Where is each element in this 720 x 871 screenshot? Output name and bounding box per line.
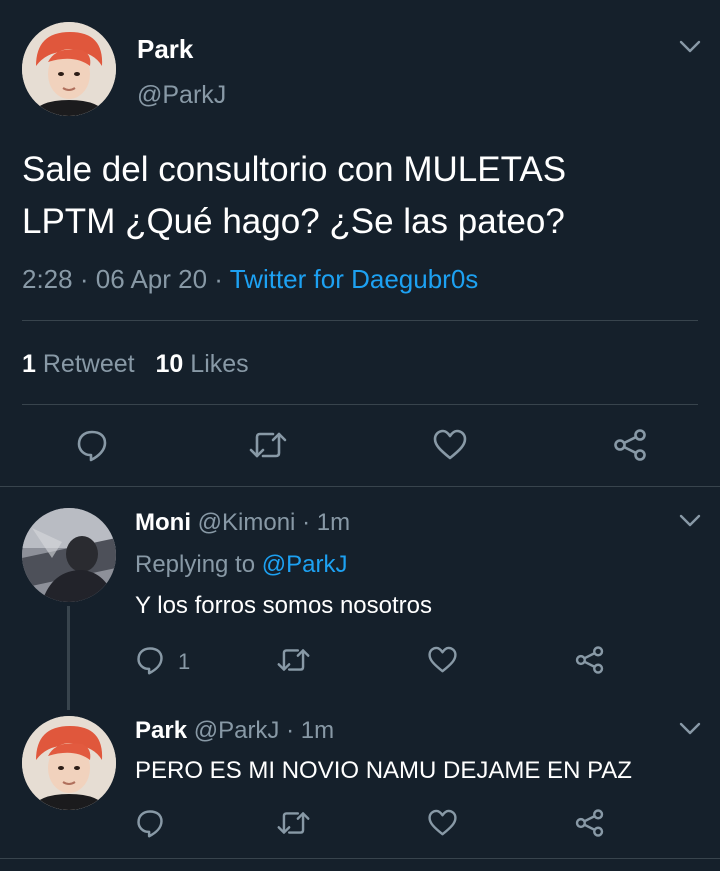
replying-to: Replying to @ParkJ <box>135 550 347 580</box>
tweet-age: 1m <box>316 509 351 536</box>
reply-count: 1 <box>178 649 191 674</box>
separator: · <box>79 264 89 294</box>
retweet-icon[interactable] <box>249 428 287 462</box>
tweet-age: 1m <box>300 717 335 744</box>
separator: · <box>286 717 295 744</box>
reply-icon[interactable] <box>135 645 165 675</box>
tweet-text: Y los forros somos nosotros <box>135 592 433 619</box>
avatar[interactable] <box>22 22 116 116</box>
reply-header: Park @ParkJ · 1m <box>135 716 334 746</box>
reply-header: Moni @Kimoni · 1m <box>135 508 350 538</box>
share-icon[interactable] <box>574 808 605 838</box>
tweet-date: 06 Apr 20 <box>95 264 208 294</box>
divider <box>0 486 720 487</box>
divider <box>22 320 698 321</box>
replying-prefix: Replying to <box>135 551 256 578</box>
replying-handle-link[interactable]: @ParkJ <box>262 551 348 578</box>
reply-icon[interactable] <box>75 428 109 462</box>
chevron-down-icon[interactable] <box>679 514 701 528</box>
chevron-down-icon[interactable] <box>679 40 701 54</box>
tweet-source-link[interactable]: Twitter for Daegubr0s <box>230 264 479 294</box>
avatar[interactable] <box>22 508 116 602</box>
tweet-text-line: Sale del consultorio con MULETAS <box>22 150 567 189</box>
share-icon[interactable] <box>574 645 605 675</box>
author-name[interactable]: Park <box>137 34 193 64</box>
share-icon[interactable] <box>612 428 648 462</box>
author-name[interactable]: Park <box>135 717 187 744</box>
separator: · <box>302 509 311 536</box>
author-handle[interactable]: @ParkJ <box>194 717 280 744</box>
like-icon[interactable] <box>427 808 458 838</box>
like-icon[interactable] <box>427 645 458 675</box>
author-handle[interactable]: @Kimoni <box>198 509 296 536</box>
tweet-text: PERO ES MI NOVIO NAMU DEJAME EN PAZ <box>135 757 632 784</box>
author-handle[interactable]: @ParkJ <box>137 80 226 110</box>
retweet-count: 1 <box>22 350 36 378</box>
avatar[interactable] <box>22 716 116 810</box>
divider <box>22 404 698 405</box>
tweet-meta: 2:28 · 06 Apr 20 · Twitter for Daegubr0s <box>22 263 478 295</box>
retweet-label: Retweet <box>42 350 135 378</box>
like-count: 10 <box>155 350 184 378</box>
retweet-icon[interactable] <box>277 808 310 838</box>
retweet-icon[interactable] <box>277 645 310 675</box>
tweet-time: 2:28 <box>22 264 73 294</box>
engagement-stats: 1 Retweet 10 Likes <box>22 348 249 380</box>
divider <box>0 858 720 859</box>
retweets-stat[interactable]: 1 Retweet <box>22 350 142 378</box>
tweet-text-line: LPTM ¿Qué hago? ¿Se las pateo? <box>22 202 565 241</box>
reply-icon[interactable] <box>135 808 165 838</box>
like-label: Likes <box>190 350 249 378</box>
author-name[interactable]: Moni <box>135 509 191 536</box>
like-icon[interactable] <box>432 428 468 462</box>
chevron-down-icon[interactable] <box>679 722 701 736</box>
separator: · <box>214 264 223 294</box>
thread-line <box>67 606 70 710</box>
likes-stat[interactable]: 10 Likes <box>156 350 249 378</box>
tweet-text: Sale del consultorio con MULETAS LPTM ¿Q… <box>22 144 566 248</box>
